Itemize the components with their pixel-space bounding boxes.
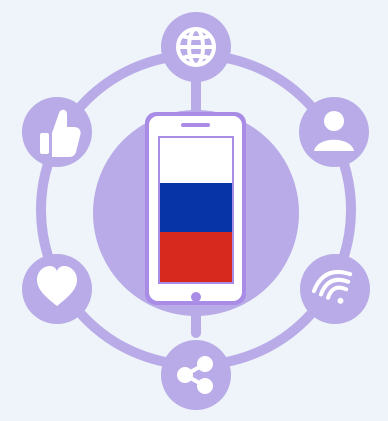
wifi-node [300, 254, 370, 324]
russia-flag [160, 138, 232, 282]
phone [145, 112, 246, 305]
flag-blue-stripe [160, 183, 232, 232]
flag-red-stripe [160, 232, 232, 282]
share-node [161, 340, 231, 410]
network-illustration [0, 0, 388, 421]
globe-node [161, 12, 231, 82]
heart-node [22, 254, 92, 324]
illustration-stage [0, 0, 388, 421]
flag-white-stripe [160, 138, 232, 183]
user-node [299, 97, 369, 167]
home-button [191, 292, 201, 302]
phone-speaker [181, 123, 210, 127]
thumbs-up-node [22, 97, 92, 167]
